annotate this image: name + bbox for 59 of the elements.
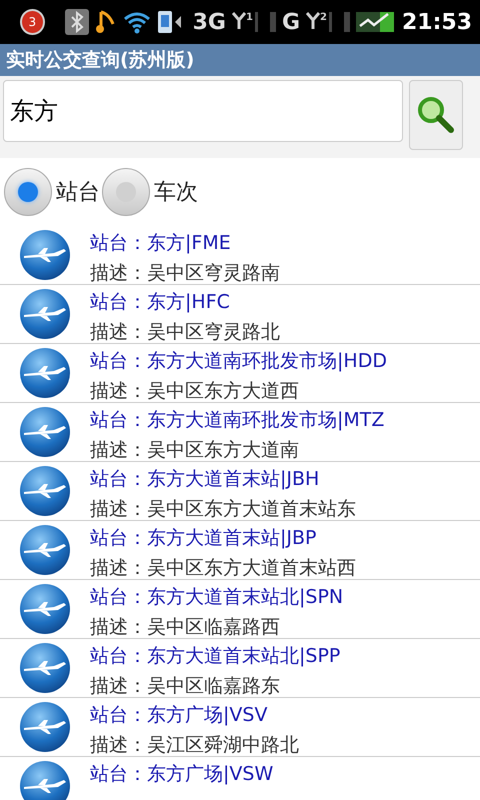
station-list-item[interactable]: 站台：东方大道南环批发市场|MTZ 描述：吴中区东方大道南 — [0, 403, 480, 462]
station-description: 描述：吴中区东方大道首末站西 — [90, 556, 356, 581]
airplane-icon — [20, 702, 70, 752]
station-list-item[interactable]: 站台：东方广场|VSV 描述：吴江区舜湖中路北 — [0, 698, 480, 757]
station-description: 描述：吴中区临嘉路西 — [90, 615, 281, 640]
battery-icon — [356, 10, 396, 34]
station-name: 站台：东方大道南环批发市场|MTZ — [90, 408, 384, 433]
station-list-item[interactable]: 站台：东方|HFC 描述：吴中区穹灵路北 — [0, 285, 480, 344]
antenna-icon — [306, 12, 320, 30]
network-type: 3G — [192, 10, 226, 34]
sim-number: 2 — [320, 12, 327, 23]
music-note-icon — [94, 9, 117, 35]
station-name: 站台：东方大道首末站北|SPN — [90, 585, 344, 610]
airplane-icon — [20, 584, 70, 634]
radio-option[interactable]: 车次 — [102, 168, 198, 216]
search-icon — [416, 95, 456, 135]
station-description: 描述：吴中区东方大道南 — [90, 438, 300, 463]
station-name: 站台：东方大道首末站|JBP — [90, 526, 318, 551]
station-name: 站台：东方大道首末站北|SPP — [90, 644, 340, 669]
airplane-icon — [20, 230, 70, 280]
station-name: 站台：东方|FME — [90, 231, 232, 256]
search-button[interactable] — [409, 80, 463, 150]
notification-badge[interactable]: 3 — [20, 9, 45, 35]
station-description: 描述：吴中区穹灵路北 — [90, 320, 280, 345]
station-name: 站台：东方|HFC — [90, 290, 231, 315]
sim-number: 1 — [246, 12, 253, 23]
station-name: 站台：东方大道南环批发市场|HDD — [90, 349, 387, 374]
station-list-item[interactable]: 站台：东方大道首末站北|SPP 描述：吴中区临嘉路东 — [0, 639, 480, 698]
airplane-icon — [20, 348, 70, 398]
antenna-icon — [232, 12, 246, 30]
search-field[interactable]: 东方 — [3, 80, 403, 142]
station-list-item[interactable]: 站台：东方|FME 描述：吴中区穹灵路南 — [0, 226, 480, 285]
app-title: 实时公交查询(苏州版) — [6, 48, 194, 73]
station-description: 描述：吴中区东方大道西 — [90, 379, 300, 404]
station-name: 站台：东方广场|VSV — [90, 703, 268, 728]
station-list-item[interactable]: 站台：东方大道首末站|JBP 描述：吴中区东方大道首末站西 — [0, 521, 480, 580]
station-list-item[interactable]: 站台：东方广场|VSW — [0, 757, 480, 800]
airplane-icon — [20, 525, 70, 575]
airplane-icon — [20, 643, 70, 693]
radio-button[interactable] — [102, 168, 150, 216]
signal-bars-icon — [254, 12, 276, 32]
station-list-item[interactable]: 站台：东方大道南环批发市场|HDD 描述：吴中区东方大道西 — [0, 344, 480, 403]
clock: 21:53 — [402, 10, 472, 34]
station-description: 描述：吴江区舜湖中路北 — [90, 733, 299, 758]
airplane-icon — [20, 407, 70, 457]
airplane-icon — [20, 289, 70, 339]
station-name: 站台：东方大道首末站|JBH — [90, 467, 320, 492]
station-name: 站台：东方广场|VSW — [90, 762, 274, 787]
airplane-icon — [20, 466, 70, 516]
signal-bars-icon — [328, 12, 350, 32]
network-type: G — [282, 10, 300, 34]
station-description: 描述：吴中区穹灵路南 — [90, 261, 280, 286]
bluetooth-icon — [64, 9, 89, 35]
station-description: 描述：吴中区临嘉路东 — [90, 674, 281, 699]
station-description: 描述：吴中区东方大道首末站东 — [90, 497, 356, 522]
radio-option[interactable]: 站台 — [4, 168, 100, 216]
station-list-item[interactable]: 站台：东方大道首末站|JBH 描述：吴中区东方大道首末站东 — [0, 462, 480, 521]
station-list-item[interactable]: 站台：东方大道首末站北|SPN 描述：吴中区临嘉路西 — [0, 580, 480, 639]
radio-button[interactable] — [4, 168, 52, 216]
